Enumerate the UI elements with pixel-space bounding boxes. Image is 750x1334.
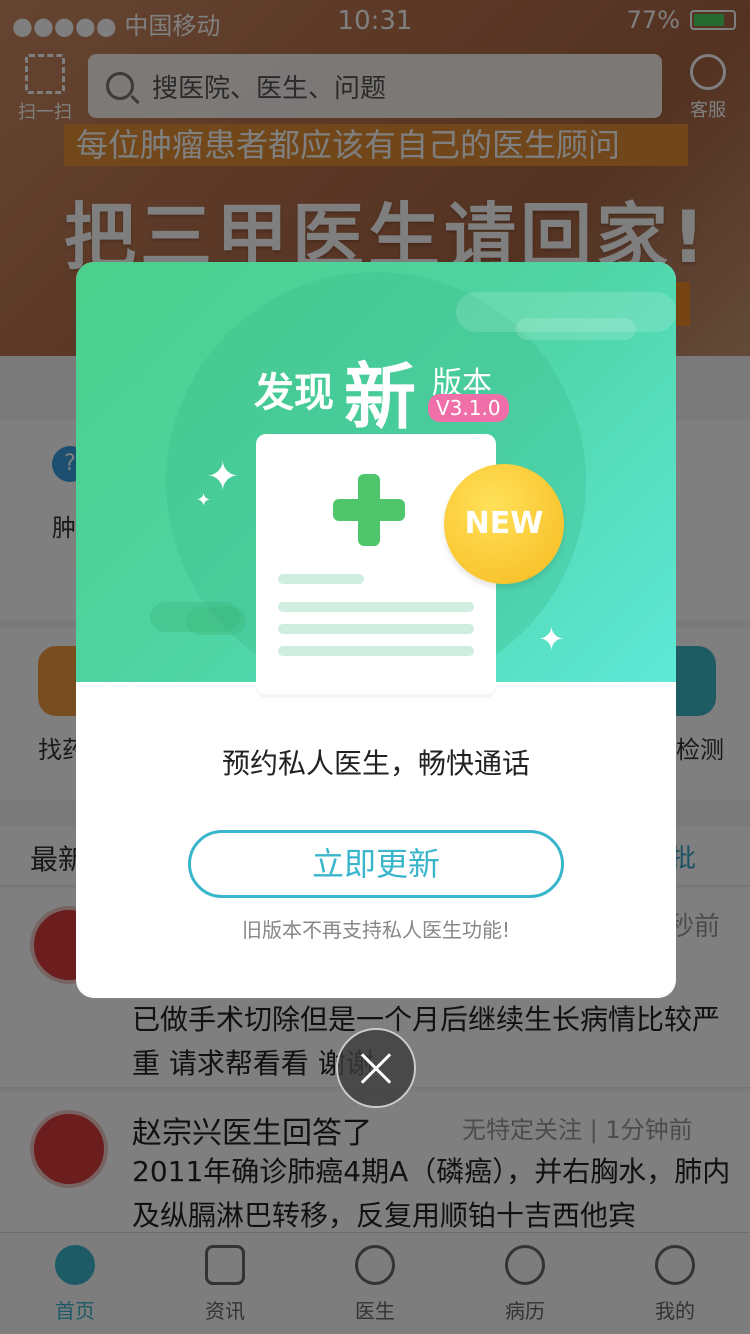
close-icon[interactable] — [336, 1028, 416, 1108]
sparkle-icon: ✦ — [196, 490, 212, 511]
cloud-decoration — [186, 607, 246, 635]
new-badge: NEW — [444, 464, 564, 584]
document-line — [278, 646, 474, 656]
heading-find: 发现 — [254, 370, 334, 416]
document-line — [278, 602, 474, 612]
update-dialog: 发现 新 版本 V3.1.0 NEW ✦ ✦ ✦ 预约私人医生，畅快通话 立即更… — [76, 262, 676, 998]
update-now-button[interactable]: 立即更新 — [188, 830, 564, 898]
dialog-note: 旧版本不再支持私人医生功能! — [241, 918, 511, 942]
medical-cross-icon — [333, 499, 405, 521]
document-line — [278, 624, 474, 634]
dialog-hero: 发现 新 版本 V3.1.0 NEW ✦ ✦ ✦ — [76, 262, 676, 694]
dialog-message: 预约私人医生，畅快通话 — [221, 747, 530, 780]
sparkle-icon: ✦ — [538, 620, 565, 658]
cloud-decoration — [516, 318, 636, 340]
heading-new: 新 — [344, 355, 417, 439]
document-line — [278, 574, 364, 584]
version-badge: V3.1.0 — [428, 394, 509, 422]
